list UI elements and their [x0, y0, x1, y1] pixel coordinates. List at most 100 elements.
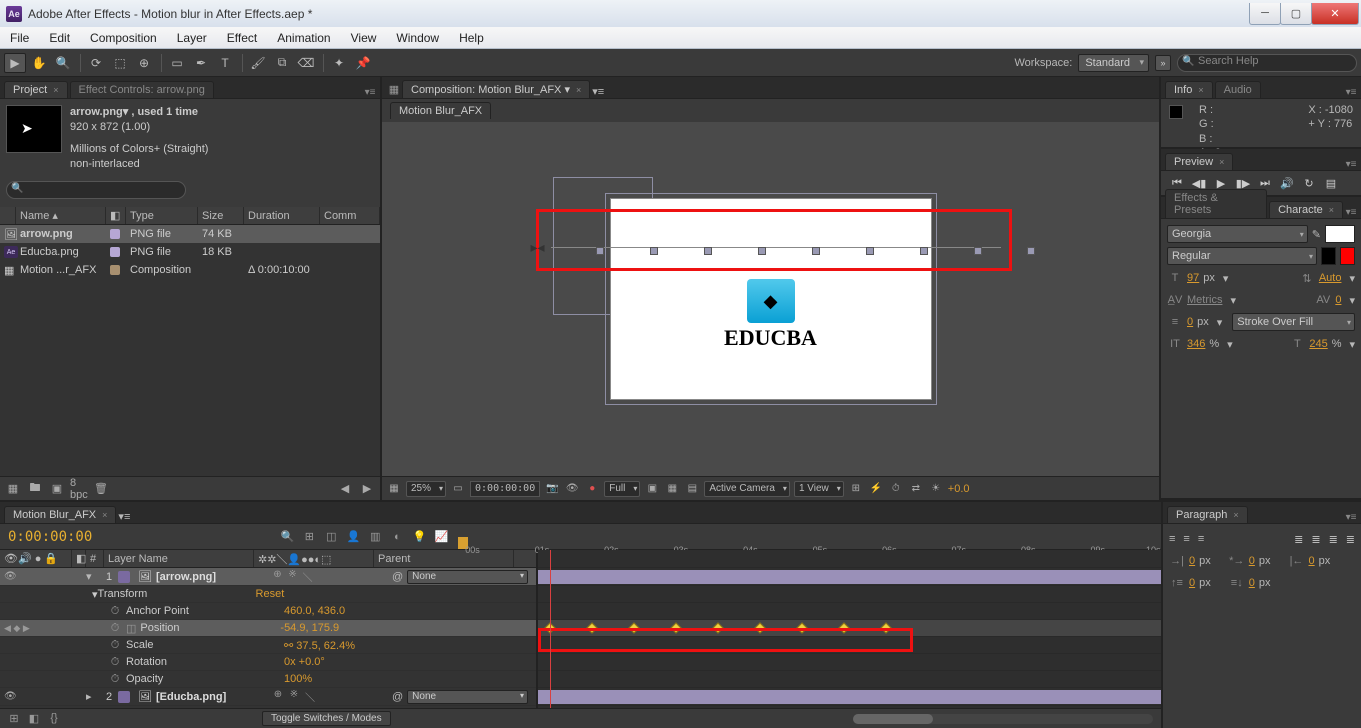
panel-menu-icon[interactable]: ▾≡ — [1345, 159, 1361, 170]
project-search-input[interactable] — [6, 181, 186, 199]
font-style-dropdown[interactable]: Regular — [1167, 247, 1317, 265]
col-size[interactable]: Size — [198, 207, 244, 224]
bpc-toggle[interactable]: 8 bpc — [70, 481, 88, 497]
property-row[interactable]: ⏱ Scale ⚯ 37.5, 62.4% — [0, 637, 536, 654]
close-icon[interactable]: × — [53, 85, 58, 95]
pixel-aspect-icon[interactable]: ⊞ — [848, 481, 864, 497]
font-size-value[interactable]: 97 — [1187, 272, 1199, 284]
tracking-value[interactable]: 0 — [1335, 294, 1341, 306]
label-swatch[interactable] — [110, 247, 120, 257]
zoom-dropdown[interactable]: 25% — [406, 481, 446, 497]
scroll-right-icon[interactable]: ▶ — [358, 481, 376, 497]
draft-3d-icon[interactable]: ◫ — [322, 528, 340, 546]
property-value[interactable]: 37.5, 62.4% — [296, 640, 355, 652]
views-dropdown[interactable]: 1 View — [794, 481, 844, 497]
new-folder-icon[interactable]: 🖿 — [26, 481, 44, 497]
reset-exposure-icon[interactable]: ☀ — [928, 481, 944, 497]
stopwatch-icon[interactable]: ⏱ — [108, 656, 122, 669]
reset-link[interactable]: Reset — [256, 588, 285, 600]
pickwhip-icon[interactable]: @ — [392, 691, 403, 703]
property-value[interactable]: -54.9, 175.9 — [280, 622, 339, 634]
project-row[interactable]: ▦ Motion ...r_AFX Composition Δ 0:00:10:… — [0, 261, 380, 279]
channel-icon[interactable]: ● — [584, 481, 600, 497]
tab-composition-viewer[interactable]: Composition: Motion Blur_AFX ▾× — [402, 80, 590, 98]
mute-icon[interactable]: 🔊 — [1279, 177, 1295, 190]
workspace-search-button[interactable]: » — [1155, 55, 1171, 71]
constrain-icon[interactable]: ⚯ — [284, 640, 293, 652]
col-layer-name[interactable]: Layer Name — [104, 550, 254, 567]
property-value[interactable]: 0x +0.0° — [284, 656, 325, 668]
leading-value[interactable]: Auto — [1319, 272, 1342, 284]
cti-line[interactable] — [550, 550, 551, 708]
label-swatch[interactable] — [118, 691, 130, 703]
layer-row[interactable]: 👁 ▾ 1 🖼[arrow.png] ⊕※＼ @None — [0, 568, 536, 586]
twirl-icon[interactable]: ▸ — [86, 691, 92, 703]
exposure-value[interactable]: +0.0 — [948, 483, 970, 495]
justify-all-icon[interactable]: ≣ — [1346, 533, 1355, 546]
graph-editor-icon[interactable]: 📈 — [432, 528, 450, 546]
time-navigator[interactable] — [853, 714, 1153, 724]
col-type[interactable]: Type — [126, 207, 198, 224]
indent-left-value[interactable]: 0 — [1189, 555, 1195, 567]
kerning-value[interactable]: Metrics — [1187, 294, 1222, 306]
search-layers-icon[interactable]: 🔍 — [278, 528, 296, 546]
fast-preview-icon[interactable]: ⚡ — [868, 481, 884, 497]
pen-tool-icon[interactable]: ✒ — [190, 53, 212, 73]
minimize-button[interactable]: ─ — [1249, 3, 1281, 25]
pan-behind-tool-icon[interactable]: ⊕ — [133, 53, 155, 73]
delete-icon[interactable]: 🗑 — [92, 481, 110, 497]
close-icon[interactable]: × — [576, 85, 581, 95]
hand-tool-icon[interactable]: ✋ — [28, 53, 50, 73]
layer-bar[interactable] — [538, 688, 1161, 706]
comp-mini-icon[interactable]: ▦ — [386, 81, 402, 98]
property-value[interactable]: 460.0, 436.0 — [284, 605, 345, 617]
no-color-swatch[interactable] — [1340, 247, 1355, 265]
comp-flowchart-tab[interactable]: Motion Blur_AFX — [390, 102, 491, 119]
loop-icon[interactable]: ↻ — [1301, 177, 1317, 190]
fill-color-swatch[interactable] — [1325, 225, 1355, 243]
eye-icon[interactable]: 👁 — [4, 691, 16, 702]
expand-transfer-icon[interactable]: ⊞ — [6, 712, 22, 725]
label-swatch[interactable] — [110, 265, 120, 275]
clone-tool-icon[interactable]: ⧉ — [271, 53, 293, 73]
comp-mini-flow-icon[interactable]: ⊞ — [300, 528, 318, 546]
panel-menu-icon[interactable]: ▾≡ — [1345, 207, 1361, 218]
label-swatch[interactable] — [110, 229, 120, 239]
menu-edit[interactable]: Edit — [39, 31, 80, 45]
parent-dropdown[interactable]: None — [407, 690, 528, 704]
menu-help[interactable]: Help — [449, 31, 494, 45]
composition-viewport[interactable]: ▸◂ — [382, 122, 1159, 476]
rectangle-tool-icon[interactable]: ▭ — [166, 53, 188, 73]
layer-bar[interactable] — [538, 568, 1161, 586]
stopwatch-icon[interactable]: ⏱ — [108, 605, 122, 618]
motion-path[interactable]: ▸◂ — [531, 239, 1001, 255]
tab-paragraph[interactable]: Paragraph× — [1167, 506, 1248, 523]
graph-icon[interactable]: ◫ — [126, 622, 136, 635]
eye-icon[interactable]: 👁 — [4, 571, 16, 582]
justify-center-icon[interactable]: ≣ — [1311, 533, 1320, 546]
menu-effect[interactable]: Effect — [217, 31, 267, 45]
panel-menu-icon[interactable]: ▾≡ — [1345, 87, 1361, 98]
vertical-scale-value[interactable]: 346 — [1187, 338, 1205, 350]
camera-tool-icon[interactable]: ⬚ — [109, 53, 131, 73]
transparency-grid-icon[interactable]: ▦ — [664, 481, 680, 497]
stroke-mode-dropdown[interactable]: Stroke Over Fill — [1232, 313, 1355, 331]
menu-composition[interactable]: Composition — [80, 31, 167, 45]
property-row[interactable]: ⏱ Rotation 0x +0.0° — [0, 654, 536, 671]
panel-menu-icon[interactable]: ▾≡ — [592, 85, 604, 98]
mask-icon[interactable]: ▤ — [684, 481, 700, 497]
timeline-timecode[interactable]: 0:00:00:00 — [0, 529, 100, 545]
align-right-icon[interactable]: ≡ — [1198, 533, 1204, 545]
tab-project[interactable]: Project× — [4, 81, 68, 98]
project-row[interactable]: 🖼 arrow.png PNG file 74 KB — [0, 225, 380, 243]
property-row[interactable]: ⏱ Opacity 100% — [0, 671, 536, 688]
zoom-tool-icon[interactable]: 🔍 — [52, 53, 74, 73]
align-center-icon[interactable]: ≡ — [1183, 533, 1189, 545]
roi-icon[interactable]: ▣ — [644, 481, 660, 497]
timeline-track-area[interactable] — [538, 550, 1161, 708]
stroke-width-value[interactable]: 0 — [1187, 316, 1193, 328]
pickwhip-icon[interactable]: @ — [392, 571, 403, 583]
roto-tool-icon[interactable]: ✦ — [328, 53, 350, 73]
col-comment[interactable]: Comm — [320, 207, 380, 224]
menu-window[interactable]: Window — [386, 31, 449, 45]
